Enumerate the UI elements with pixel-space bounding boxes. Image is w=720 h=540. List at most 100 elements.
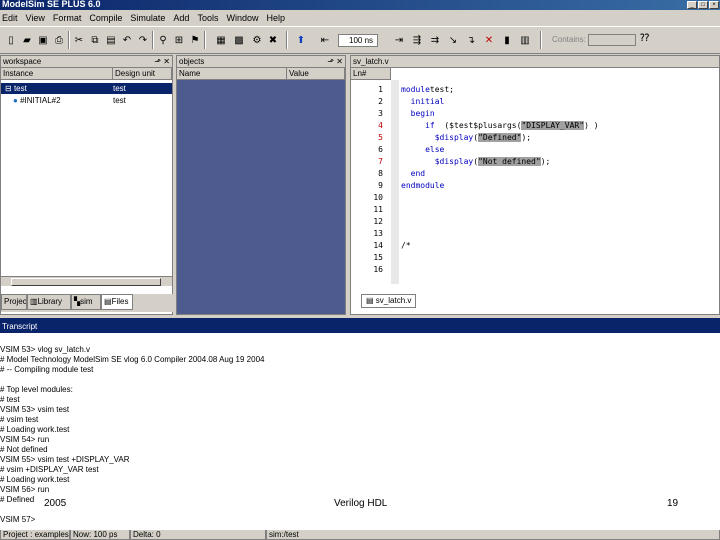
code-keyword: $display — [434, 133, 474, 142]
line-number: 4 — [378, 121, 383, 130]
code-line[interactable]: begin — [401, 108, 717, 120]
code-text: ); — [521, 133, 532, 142]
tree-row-test[interactable]: ⊟ test test — [1, 83, 172, 94]
menu-edit[interactable]: Edit — [2, 13, 18, 23]
line-number: 2 — [378, 97, 383, 106]
save-icon[interactable]: ▣ — [36, 33, 50, 47]
step-over-icon[interactable]: ↴ — [464, 33, 478, 47]
menu-tools[interactable]: Tools — [197, 13, 218, 23]
cut-icon[interactable]: ✂ — [72, 33, 86, 47]
tree-row-initial[interactable]: ● #INITIAL#2 test — [1, 95, 172, 106]
new-file-icon[interactable]: ▯ — [4, 33, 18, 47]
compile-all-icon[interactable]: ▩ — [232, 33, 246, 47]
find-next-icon[interactable]: ⊞ — [172, 33, 186, 47]
code-line[interactable]: /* — [401, 240, 717, 252]
objects-list[interactable] — [177, 80, 345, 314]
objects-header: objects ⬏ ✕ — [177, 56, 345, 68]
continue-icon[interactable]: ⇶ — [410, 33, 424, 47]
undo-icon[interactable]: ↶ — [120, 33, 134, 47]
menu-format[interactable]: Format — [53, 13, 82, 23]
horizontal-scrollbar[interactable] — [1, 276, 172, 286]
redo-icon[interactable]: ↷ — [136, 33, 150, 47]
code-keyword: end — [410, 169, 426, 178]
step-icon[interactable]: ↘ — [446, 33, 460, 47]
column-header-value[interactable]: Value — [287, 68, 345, 80]
up-arrow-icon[interactable]: ⬆ — [294, 33, 308, 47]
objects-panel: objects ⬏ ✕ Name Value — [176, 55, 346, 315]
code-line[interactable]: $display("Defined"); — [401, 132, 717, 144]
help-icon[interactable]: ⁇ — [640, 33, 649, 44]
paste-icon[interactable]: ▤ — [104, 33, 118, 47]
column-header-design-unit[interactable]: Design unit — [113, 68, 172, 80]
source-panel: sv_latch.v Ln# 1 2 3 4 5 6 7 8 9 10 11 12 13 14 15 16 m… — [350, 55, 720, 315]
file-icon: ▤ — [366, 296, 374, 305]
layout-icon[interactable]: ▮ — [500, 33, 514, 47]
line-number: 6 — [378, 145, 383, 154]
minimize-button[interactable]: _ — [687, 1, 697, 9]
workspace-panel: workspace ⬏ ✕ Instance Design unit ⊟ tes… — [0, 55, 174, 315]
tab-sim[interactable]: ▚sim — [71, 294, 101, 310]
code-line[interactable]: endmodule — [401, 180, 717, 192]
source-code[interactable]: moduletest; initial begin if ($test$plus… — [401, 84, 717, 276]
menu-window[interactable]: Window — [226, 13, 258, 23]
code-line[interactable]: initial — [401, 96, 717, 108]
run-icon[interactable]: ⇥ — [392, 33, 406, 47]
code-text: ($test$plusargs( — [434, 121, 522, 130]
tab-files[interactable]: ▤Files — [101, 294, 133, 310]
simulate-icon[interactable]: ⚙ — [250, 33, 264, 47]
column-header-name[interactable]: Name — [177, 68, 287, 80]
maximize-button[interactable]: □ — [698, 1, 708, 9]
line-numbers: 1 2 3 4 5 6 7 8 9 10 11 12 13 14 15 16 — [351, 84, 391, 276]
bookmark-icon[interactable]: ⚑ — [188, 33, 202, 47]
code-line[interactable]: $display("Not defined"); — [401, 156, 717, 168]
code-line[interactable] — [401, 216, 717, 228]
panel-dock-icon[interactable]: ⬏ ✕ — [327, 56, 343, 67]
code-line[interactable] — [401, 192, 717, 204]
transcript-output[interactable]: VSIM 53> vlog sv_latch.v # Model Technolo… — [0, 345, 264, 525]
transcript-line: # Top level modules: — [0, 385, 73, 394]
code-line[interactable]: else — [401, 144, 717, 156]
column-header-instance[interactable]: Instance — [1, 68, 113, 80]
tab-source-file[interactable]: ▤ sv_latch.v — [361, 294, 417, 308]
open-folder-icon[interactable]: ▰ — [20, 33, 34, 47]
stop-icon[interactable]: ✕ — [482, 33, 496, 47]
transcript-line: # -- Compiling module test — [0, 365, 94, 374]
run-all-icon[interactable]: ⇉ — [428, 33, 442, 47]
restart-icon[interactable]: ⇤ — [318, 33, 332, 47]
run-length-input[interactable]: 100 ns — [338, 34, 378, 47]
code-string: "DISPLAY_VAR" — [521, 121, 585, 130]
panel-dock-icon[interactable]: ⬏ ✕ — [154, 56, 170, 67]
line-number: 16 — [373, 265, 383, 274]
transcript-line: # vsim +DISPLAY_VAR test — [0, 465, 99, 474]
code-string: "Defined" — [478, 133, 522, 142]
transcript-line: # Loading work.test — [0, 475, 70, 484]
code-line[interactable]: if ($test$plusargs("DISPLAY_VAR") ) — [401, 120, 717, 132]
code-line[interactable]: end — [401, 168, 717, 180]
code-line[interactable] — [401, 264, 717, 276]
print-icon[interactable]: ⎙ — [52, 33, 66, 47]
code-line[interactable] — [401, 228, 717, 240]
code-line[interactable] — [401, 204, 717, 216]
contains-input[interactable] — [588, 34, 636, 46]
find-icon[interactable]: ⚲ — [156, 33, 170, 47]
status-bar: Project : examples Now: 100 ps Delta: 0 … — [0, 530, 720, 540]
breakpoint-gutter[interactable] — [391, 80, 399, 284]
code-line[interactable]: moduletest; — [401, 84, 717, 96]
menu-compile[interactable]: Compile — [89, 13, 122, 23]
close-button[interactable]: × — [709, 1, 719, 9]
copy-icon[interactable]: ⧉ — [88, 33, 102, 47]
menu-help[interactable]: Help — [266, 13, 285, 23]
break-icon[interactable]: ✖ — [266, 33, 280, 47]
menu-view[interactable]: View — [26, 13, 45, 23]
workspace-header: workspace ⬏ ✕ — [1, 56, 172, 68]
menu-add[interactable]: Add — [173, 13, 189, 23]
performance-icon[interactable]: ▥ — [518, 33, 532, 47]
tab-project[interactable]: Project — [1, 294, 27, 310]
window-title: ModelSim SE PLUS 6.0 — [2, 0, 101, 9]
tab-library[interactable]: ▥Library — [27, 294, 71, 310]
code-line[interactable] — [401, 252, 717, 264]
compile-icon[interactable]: ▦ — [214, 33, 228, 47]
menu-simulate[interactable]: Simulate — [130, 13, 165, 23]
